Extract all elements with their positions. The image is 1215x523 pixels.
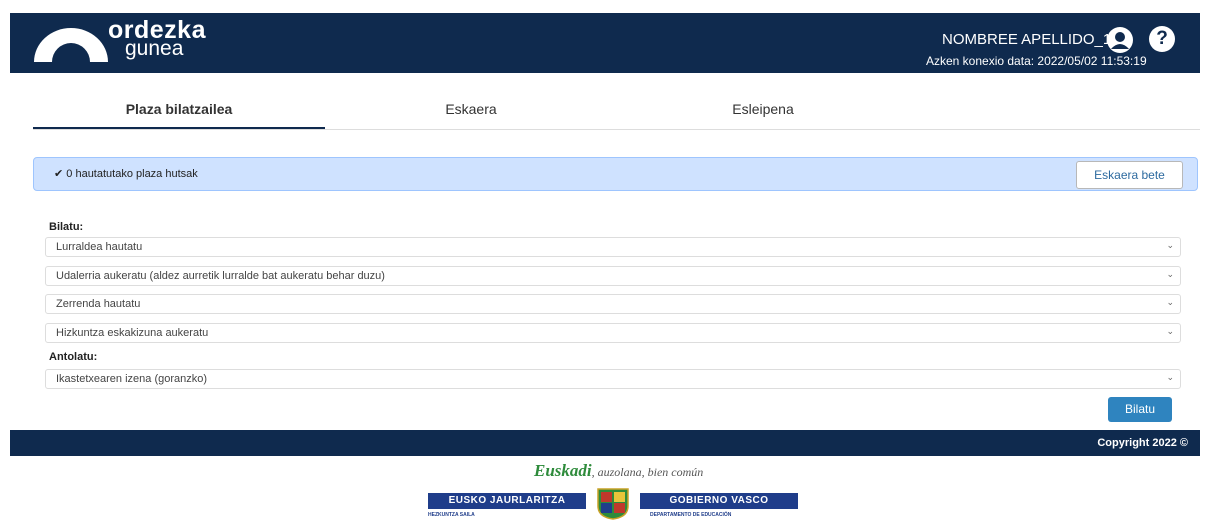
search-button[interactable]: Bilatu: [1108, 397, 1172, 422]
tab-plaza-bilatzailea[interactable]: Plaza bilatzailea: [33, 96, 325, 129]
department-spanish: DEPARTAMENTO DE EDUCACIÓN: [650, 512, 732, 518]
municipality-select[interactable]: Udalerria aukeratu (aldez aurretik lurra…: [45, 266, 1181, 286]
tab-eskaera[interactable]: Eskaera: [325, 96, 617, 127]
slogan-euskadi: Euskadi: [534, 461, 592, 480]
sort-label: Antolatu:: [49, 351, 98, 363]
basque-government-logo: EUSKO JAURLARITZA GOBIERNO VASCO HEZKUNT…: [428, 488, 798, 521]
alert-text: ✔ 0 hautatutako plaza hutsak: [54, 167, 198, 180]
user-icon[interactable]: [1106, 26, 1134, 54]
chevron-down-icon: ⌄: [1166, 326, 1174, 336]
chevron-down-icon: ⌄: [1166, 372, 1174, 382]
copyright: Copyright 2022 ©: [1097, 437, 1188, 449]
logo-text-gunea: gunea: [125, 37, 184, 60]
footer-bar: Copyright 2022 ©: [10, 430, 1200, 456]
chevron-down-icon: ⌄: [1166, 269, 1174, 279]
language-requirement-select-value: Hizkuntza eskakizuna aukeratu: [56, 327, 209, 339]
tabs-bar: Plaza bilatzailea Eskaera Esleipena: [33, 96, 1200, 130]
chevron-down-icon: ⌄: [1166, 240, 1174, 250]
alert-message: 0 hautatutako plaza hutsak: [66, 168, 198, 180]
tab-esleipena[interactable]: Esleipena: [617, 96, 909, 127]
gov-name-basque: EUSKO JAURLARITZA: [428, 493, 586, 509]
department-basque: HEZKUNTZA SAILA: [428, 512, 475, 518]
municipality-select-value: Udalerria aukeratu (aldez aurretik lurra…: [56, 270, 385, 282]
territory-select[interactable]: Lurraldea hautatu ⌄: [45, 237, 1181, 257]
search-label: Bilatu:: [49, 221, 84, 233]
slogan: Euskadi, auzolana, bien común: [534, 461, 703, 481]
logo-arc-icon: [34, 28, 108, 62]
eskaera-bete-button[interactable]: Eskaera bete: [1076, 161, 1183, 189]
coat-of-arms-icon: [597, 488, 629, 520]
user-name[interactable]: NOMBREE APELLIDO_1: [942, 31, 1111, 48]
territory-select-value: Lurraldea hautatu: [56, 241, 143, 253]
chevron-down-icon: ⌄: [1166, 297, 1174, 307]
sort-select-value: Ikastetxearen izena (goranzko): [56, 373, 208, 385]
selected-places-alert: ✔ 0 hautatutako plaza hutsak Eskaera bet…: [33, 157, 1198, 191]
list-select[interactable]: Zerrenda hautatu ⌄: [45, 294, 1181, 314]
sort-select[interactable]: Ikastetxearen izena (goranzko) ⌄: [45, 369, 1181, 389]
language-requirement-select[interactable]: Hizkuntza eskakizuna aukeratu ⌄: [45, 323, 1181, 343]
list-select-value: Zerrenda hautatu: [56, 298, 141, 310]
slogan-rest: , auzolana, bien común: [591, 465, 704, 479]
help-icon[interactable]: ?: [1149, 26, 1175, 52]
header-bar: ordezka gunea NOMBREE APELLIDO_1 ? Azken…: [10, 13, 1200, 73]
check-icon: ✔: [54, 168, 64, 180]
gov-name-spanish: GOBIERNO VASCO: [640, 493, 798, 509]
last-connection: Azken konexio data: 2022/05/02 11:53:19: [926, 54, 1147, 68]
